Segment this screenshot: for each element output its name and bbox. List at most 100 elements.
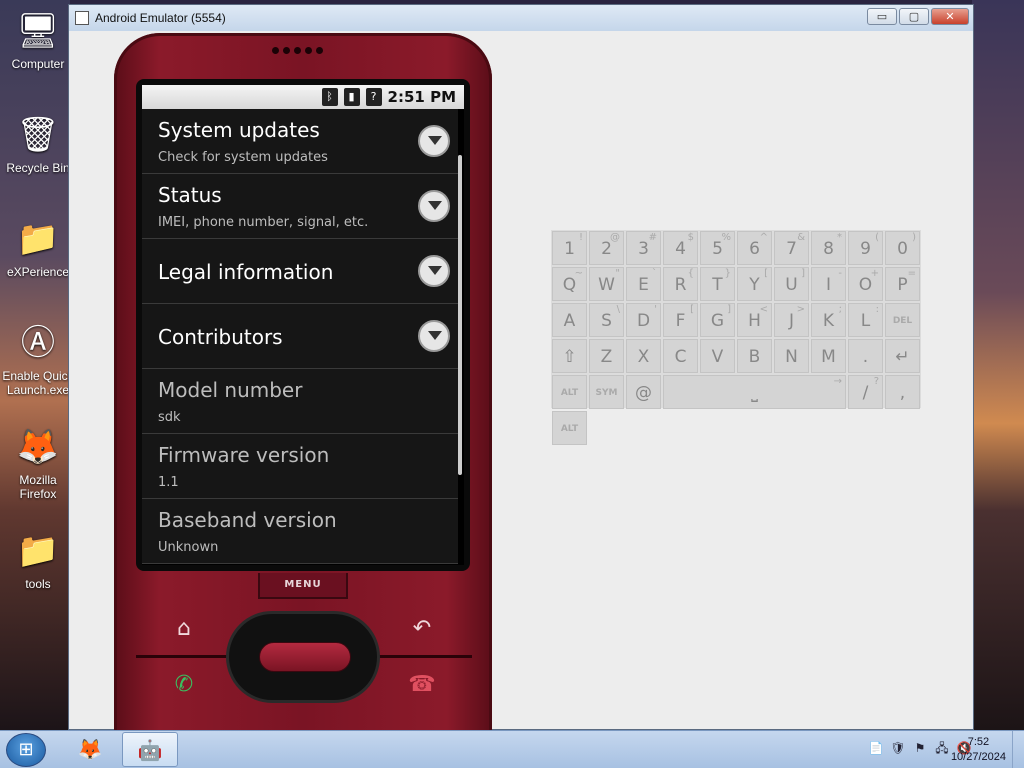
key-alt-label: [ — [690, 304, 694, 315]
key-6[interactable]: 6 ^ — [737, 231, 772, 265]
divider — [376, 655, 472, 658]
key-3[interactable]: 3 # — [626, 231, 661, 265]
key-g[interactable]: G] — [700, 303, 735, 337]
divider — [136, 655, 232, 658]
desktop-icon-tools[interactable]: 📁 tools — [0, 528, 76, 591]
show-desktop-button[interactable] — [1012, 731, 1024, 768]
key-b[interactable]: B — [737, 339, 772, 373]
end-call-button[interactable]: ☎ — [408, 671, 436, 699]
taskbar-firefox[interactable]: 🦊 — [62, 732, 118, 767]
key-5[interactable]: 5% — [700, 231, 735, 265]
close-button[interactable]: ✕ — [931, 8, 969, 25]
key-f[interactable]: F[ — [663, 303, 698, 337]
key-c[interactable]: C — [663, 339, 698, 373]
settings-item-status[interactable]: Status IMEI, phone number, signal, etc. — [142, 174, 458, 239]
folder-icon: 📁 — [16, 220, 60, 258]
key-0[interactable]: 0) — [885, 231, 920, 265]
key-k[interactable]: K; — [811, 303, 846, 337]
network-icon[interactable]: 🖧 — [934, 740, 950, 756]
call-button[interactable]: ✆ — [170, 671, 198, 699]
key-v[interactable]: V — [700, 339, 735, 373]
key-o[interactable]: O + — [848, 267, 883, 301]
key-u[interactable]: U] — [774, 267, 809, 301]
key-7[interactable]: 7 & — [774, 231, 809, 265]
key-label: 8 — [823, 239, 834, 259]
settings-list: System updates Check for system updates … — [142, 109, 458, 564]
key-sym[interactable]: @ — [626, 375, 661, 409]
settings-item-title: Status — [158, 183, 222, 207]
settings-item-system-updates[interactable]: System updates Check for system updates — [142, 109, 458, 174]
key-i[interactable]: I- — [811, 267, 846, 301]
emulator-window: Android Emulator (5554) ▭ ▢ ✕ ᛒ ▮ ? 2:51… — [68, 4, 974, 733]
key-alt[interactable]: ALT — [552, 411, 587, 445]
key-label: 6 — [749, 239, 760, 259]
key-h[interactable]: H < — [737, 303, 772, 337]
key-sym[interactable]: ⇧ — [552, 339, 587, 373]
menu-button[interactable]: MENU — [258, 573, 348, 599]
key-sym[interactable]: . — [848, 339, 883, 373]
key-8[interactable]: 8 * — [811, 231, 846, 265]
desktop-icon-computer[interactable]: 🖥 Computer — [0, 8, 76, 71]
settings-item-contributors[interactable]: Contributors — [142, 304, 458, 369]
desktop-icon-recycle-bin[interactable]: 🗑 Recycle Bin — [0, 112, 76, 175]
chevron-down-icon — [418, 125, 450, 157]
settings-item-legal-information[interactable]: Legal information — [142, 239, 458, 304]
key-label: 3 — [638, 239, 649, 259]
key-t[interactable]: T} — [700, 267, 735, 301]
desktop-icon-enable-quick-launch[interactable]: Ⓐ Enable Quick Launch.exe — [0, 320, 76, 397]
key-sym[interactable]: /? — [848, 375, 883, 409]
key-alt-label: ` — [652, 268, 657, 279]
desktop-icon-label: Mozilla Firefox — [19, 473, 57, 501]
key-alt-label: + — [870, 268, 879, 279]
home-button[interactable]: ⌂ — [170, 615, 198, 643]
key-sym[interactable]: SYM — [589, 375, 624, 409]
key-alt-label: ! — [578, 232, 583, 243]
key-p[interactable]: P = — [885, 267, 920, 301]
key-sym[interactable]: ↵ — [885, 339, 920, 373]
document-icon[interactable]: 📄 — [868, 740, 884, 756]
flag-icon[interactable]: ⚑ — [912, 740, 928, 756]
key-y[interactable]: Y[ — [737, 267, 772, 301]
security-icon[interactable]: 🛡 — [890, 740, 906, 756]
key-alt[interactable]: ALT — [552, 375, 587, 409]
desktop-icon-experience[interactable]: 📁 eXPerience — [0, 216, 76, 279]
clock[interactable]: 7:52 10/27/2024 — [951, 735, 1006, 765]
desktop-icon-label: Computer — [11, 57, 65, 71]
key-r[interactable]: R{ — [663, 267, 698, 301]
key-m[interactable]: M — [811, 339, 846, 373]
trackball-ring[interactable] — [226, 611, 380, 703]
taskbar-android-emulator[interactable]: 🤖 — [122, 732, 178, 767]
key-4[interactable]: 4 $ — [663, 231, 698, 265]
title-bar[interactable]: Android Emulator (5554) ▭ ▢ ✕ — [69, 5, 973, 31]
key-label: 9 — [860, 239, 871, 259]
key-del[interactable]: DEL — [885, 303, 920, 337]
scrollbar[interactable] — [458, 155, 462, 475]
key-alt-label: - — [838, 268, 842, 279]
start-button[interactable] — [6, 733, 46, 767]
trackball-center-button[interactable] — [259, 642, 351, 672]
key-sym[interactable]: , — [885, 375, 920, 409]
key-label: ↵ — [895, 347, 910, 367]
key-q[interactable]: Q ~ — [552, 267, 587, 301]
key-x[interactable]: X — [626, 339, 661, 373]
key-z[interactable]: Z — [589, 339, 624, 373]
key-a[interactable]: A — [552, 303, 587, 337]
key-alt-label: ) — [912, 232, 916, 243]
key-s[interactable]: S \ — [589, 303, 624, 337]
key-sym[interactable]: ⎵ → — [663, 375, 846, 409]
key-1[interactable]: 1! — [552, 231, 587, 265]
key-e[interactable]: E ` — [626, 267, 661, 301]
key-j[interactable]: J > — [774, 303, 809, 337]
maximize-button[interactable]: ▢ — [899, 8, 929, 25]
back-button[interactable]: ↶ — [408, 615, 436, 643]
key-2[interactable]: 2 @ — [589, 231, 624, 265]
key-9[interactable]: 9( — [848, 231, 883, 265]
key-w[interactable]: W " — [589, 267, 624, 301]
key-n[interactable]: N — [774, 339, 809, 373]
phone-screen[interactable]: ᛒ ▮ ? 2:51 PM System updates Check for s… — [142, 85, 464, 565]
chevron-down-icon — [418, 320, 450, 352]
desktop-icon-firefox[interactable]: 🦊 Mozilla Firefox — [0, 424, 76, 501]
key-l[interactable]: L: — [848, 303, 883, 337]
key-d[interactable]: D ' — [626, 303, 661, 337]
minimize-button[interactable]: ▭ — [867, 8, 897, 25]
